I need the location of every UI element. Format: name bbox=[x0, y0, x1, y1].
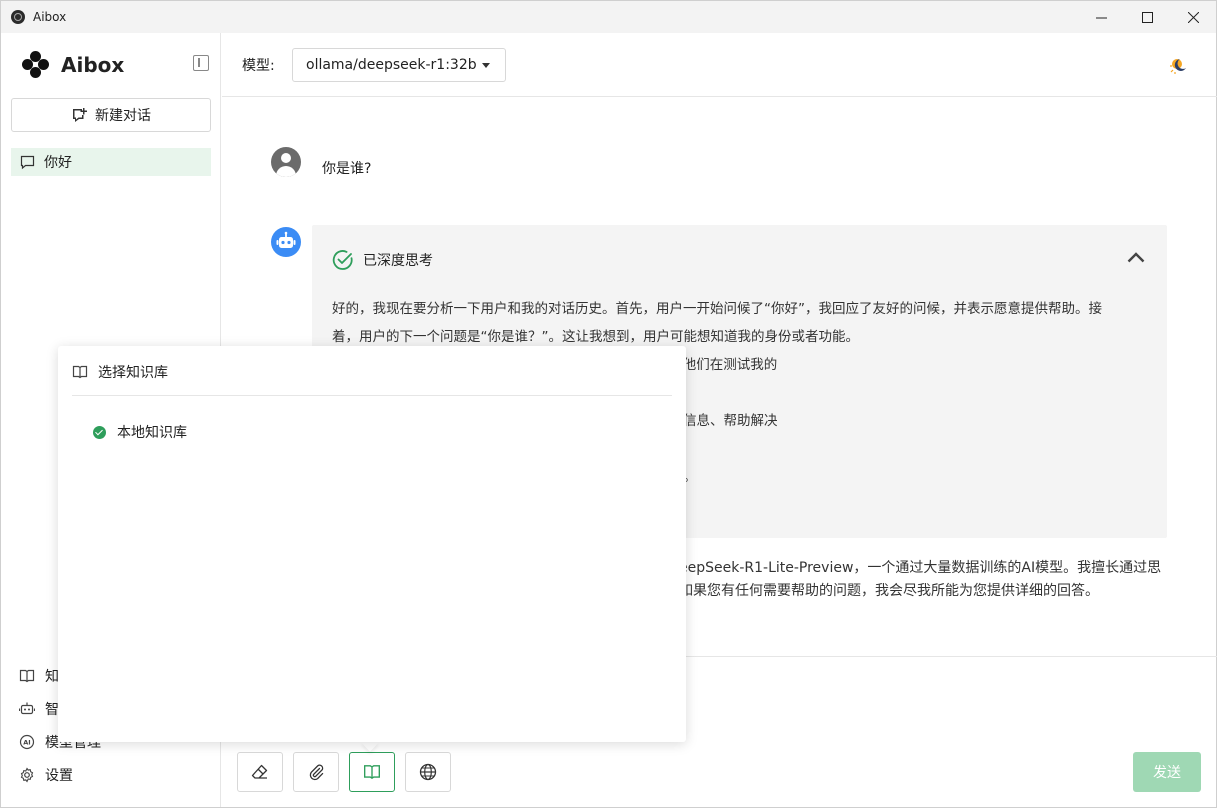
knowledge-base-label: 本地知识库 bbox=[117, 425, 187, 441]
book-icon bbox=[19, 669, 35, 683]
answer-line: eepSeek-R1-Lite-Preview，一个通过大量数据训练的AI模型。… bbox=[679, 560, 1162, 576]
thinking-title-text: 已深度思考 bbox=[363, 253, 433, 269]
window-title: Aibox bbox=[33, 10, 67, 24]
new-chat-label: 新建对话 bbox=[95, 108, 151, 124]
message-icon bbox=[20, 155, 35, 169]
window-controls bbox=[1078, 1, 1216, 33]
web-search-button[interactable] bbox=[405, 752, 451, 792]
new-chat-icon bbox=[73, 108, 87, 122]
user-message: 你是谁? bbox=[322, 161, 372, 177]
thinking-title[interactable]: 已深度思考 bbox=[332, 249, 433, 271]
robot-icon bbox=[19, 702, 35, 715]
sun-moon-icon bbox=[1170, 59, 1186, 74]
knowledge-base-button[interactable] bbox=[349, 752, 395, 792]
user-avatar bbox=[271, 147, 301, 177]
logo-icon bbox=[22, 51, 50, 79]
nav-label: 设置 bbox=[45, 768, 73, 784]
check-icon bbox=[93, 425, 106, 439]
new-chat-button[interactable]: 新建对话 bbox=[11, 98, 211, 132]
model-label: 模型: bbox=[242, 58, 275, 74]
robot-avatar-icon bbox=[276, 231, 296, 248]
app-window: Aibox Aibox 新建对话 你好 AI 模型管理 设置 模型: ollam… bbox=[0, 0, 1217, 808]
nav-item-settings[interactable]: 设置 bbox=[19, 765, 73, 785]
check-circle-icon bbox=[332, 250, 353, 270]
book-icon bbox=[364, 765, 380, 779]
close-button[interactable] bbox=[1170, 1, 1216, 33]
minimize-icon bbox=[1095, 17, 1107, 18]
bot-answer: eepSeek-R1-Lite-Preview，一个通过大量数据训练的AI模型。… bbox=[679, 557, 1179, 603]
knowledge-base-item[interactable]: 本地知识库 bbox=[93, 422, 187, 442]
app-icon bbox=[11, 10, 25, 24]
chevron-up-icon bbox=[1127, 252, 1145, 263]
eraser-icon bbox=[251, 764, 268, 779]
globe-icon bbox=[419, 763, 437, 781]
logo-row: Aibox bbox=[1, 33, 221, 97]
send-button[interactable]: 发送 bbox=[1133, 752, 1201, 792]
chat-header: 模型: ollama/deepseek-r1:32b bbox=[222, 33, 1217, 97]
thinking-line: 好的，我现在要分析一下用户和我的对话历史。首先，用户一开始问候了“你好”，我回应… bbox=[332, 301, 1102, 317]
sidebar-collapse-icon[interactable] bbox=[193, 55, 209, 71]
theme-toggle-button[interactable] bbox=[1169, 55, 1189, 75]
conversation-item[interactable]: 你好 bbox=[11, 148, 211, 176]
clear-button[interactable] bbox=[237, 752, 283, 792]
minimize-button[interactable] bbox=[1078, 1, 1124, 33]
collapse-thinking-button[interactable] bbox=[1127, 251, 1145, 267]
ai-icon: AI bbox=[19, 734, 35, 750]
paperclip-icon bbox=[309, 764, 324, 781]
attach-button[interactable] bbox=[293, 752, 339, 792]
model-select-value: ollama/deepseek-r1:32b bbox=[306, 57, 477, 73]
close-icon bbox=[1187, 11, 1199, 23]
answer-line: 如果您有任何需要帮助的问题，我会尽我所能为您提供详细的回答。 bbox=[679, 583, 1099, 599]
gear-icon bbox=[20, 767, 34, 783]
logo-text: Aibox bbox=[61, 53, 125, 77]
svg-text:AI: AI bbox=[23, 739, 30, 747]
maximize-button[interactable] bbox=[1124, 1, 1170, 33]
book-icon bbox=[72, 365, 88, 379]
model-select[interactable]: ollama/deepseek-r1:32b bbox=[292, 48, 506, 82]
conversation-label: 你好 bbox=[44, 155, 72, 171]
title-bar: Aibox bbox=[1, 1, 1216, 33]
maximize-icon bbox=[1141, 11, 1153, 23]
caret-down-icon bbox=[482, 63, 490, 68]
popover-title: 选择知识库 bbox=[98, 365, 168, 381]
knowledge-popover: 选择知识库 本地知识库 bbox=[58, 346, 686, 742]
bot-avatar bbox=[271, 227, 301, 257]
popover-header: 选择知识库 bbox=[72, 362, 672, 396]
